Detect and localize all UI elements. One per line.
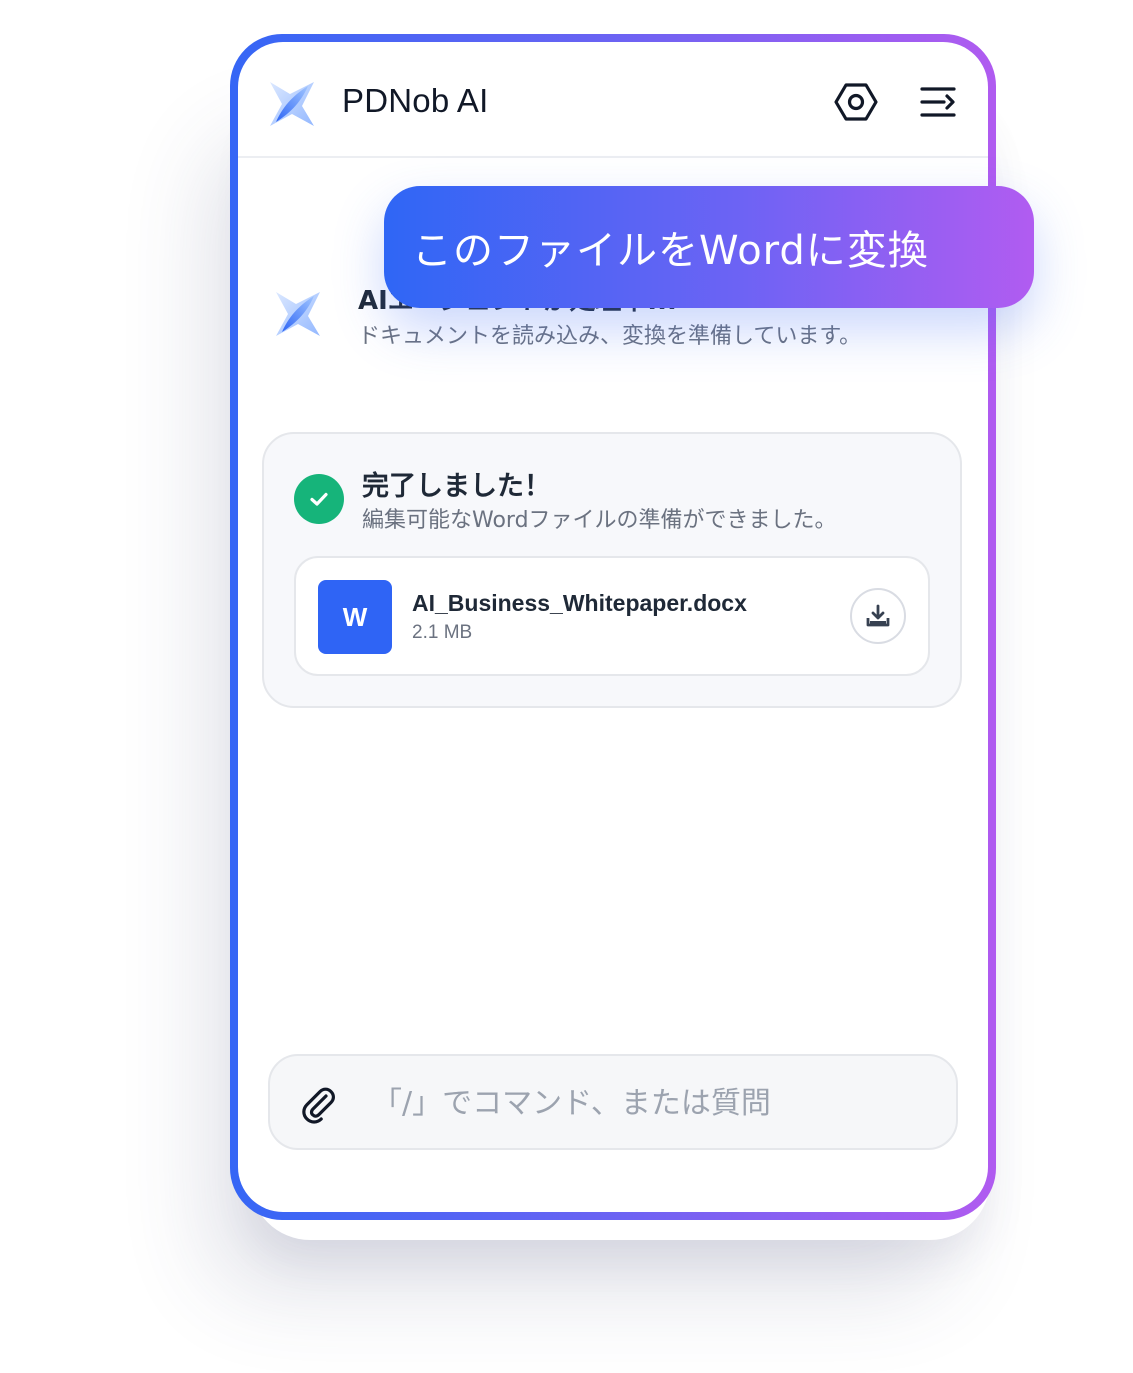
file-size: 2.1 MB <box>412 622 473 643</box>
settings-button[interactable] <box>830 76 882 128</box>
completion-card: 完了しました！ 編集可能なWordファイルの準備ができました。 W AI_Bus… <box>262 432 962 708</box>
hex-gear-icon <box>834 83 878 121</box>
message-composer <box>268 1054 958 1150</box>
agent-status-subtitle: ドキュメントを読み込み、変換を準備しています。 <box>358 324 862 349</box>
download-button[interactable] <box>850 588 906 644</box>
completion-title: 完了しました！ <box>362 471 551 502</box>
agent-avatar-icon <box>274 290 322 338</box>
user-message-bubble: このファイルをWordに変換 <box>384 186 1034 308</box>
download-icon <box>866 604 890 627</box>
app-header: PDNob AI <box>238 42 988 158</box>
file-name: AI_Business_Whitepaper.docx <box>412 590 747 616</box>
sparkle-star-icon <box>268 80 316 128</box>
completion-subtitle: 編集可能なWordファイルの準備ができました。 <box>362 508 837 533</box>
word-file-icon: W <box>318 580 392 654</box>
menu-collapse-icon <box>920 87 956 117</box>
paperclip-icon <box>302 1087 335 1124</box>
message-input[interactable] <box>370 1074 934 1132</box>
check-circle-icon <box>294 474 344 524</box>
stage: PDNob AI ドキュメントを読み込み、変換を準備しています。 完了しました！… <box>0 0 1133 1373</box>
app-title: PDNob AI <box>342 82 489 119</box>
file-attachment[interactable]: W AI_Business_Whitepaper.docx 2.1 MB <box>294 556 930 676</box>
menu-button[interactable] <box>912 76 964 128</box>
attach-button[interactable] <box>292 1078 344 1130</box>
